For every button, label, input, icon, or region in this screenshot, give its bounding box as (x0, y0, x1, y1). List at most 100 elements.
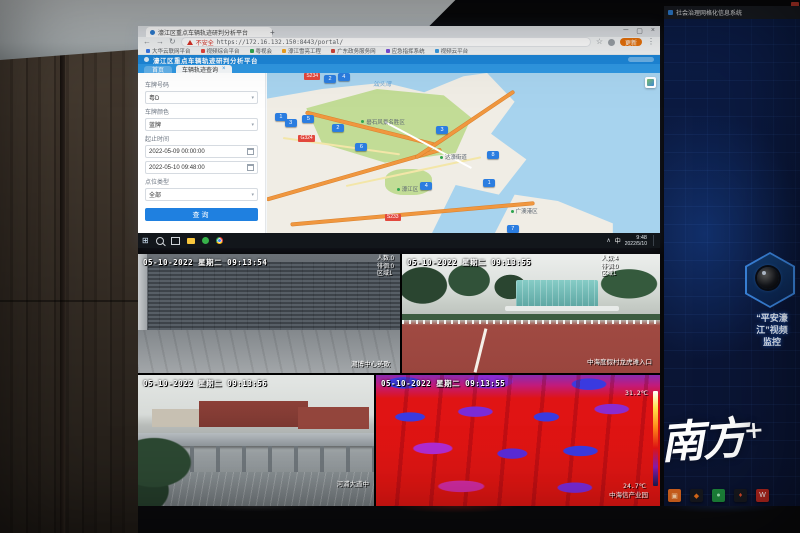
map-canvas[interactable]: 汕头湾 礐石风景名胜区 达濠街道 濠江区 广澳港区 S234 (267, 73, 660, 233)
not-secure-label[interactable]: 不安全 (196, 38, 214, 47)
map-camera-marker[interactable]: 1 (483, 179, 495, 187)
bookmark-favicon (435, 49, 439, 53)
point-type-select[interactable]: 全部 ▾ (145, 188, 258, 201)
bookmark-item[interactable]: 粤视会 (250, 47, 273, 55)
plate-color-label: 车牌颜色 (145, 107, 258, 116)
road-shield-badge: G324 (298, 135, 314, 142)
slogan-line: 监控 (746, 336, 798, 348)
file-explorer-icon[interactable] (187, 238, 195, 244)
bookmark-item[interactable]: 广东政务服务网 (331, 47, 376, 55)
camera-caption: 潮博中心英歌 (351, 358, 390, 368)
plate-number-input[interactable]: 粤D ▾ (145, 91, 258, 104)
road-shield-badge: S234 (304, 73, 320, 80)
query-submit-button[interactable]: 查询 (145, 208, 258, 221)
watermark-text: 南方 (664, 413, 746, 470)
map-camera-marker[interactable]: 3 (436, 126, 448, 134)
time-to-value: 2022-05-10 09:48:00 (149, 165, 205, 171)
browser-toolbar: ← → ↻ 不安全 https://172.16.132.150:8443/po… (138, 37, 660, 47)
map-camera-marker[interactable]: 2 (324, 75, 336, 83)
camera-feed-chaobo-center[interactable]: 05-10-2022 星期二 09:13:54 人数:0 徘徊:0 区域1 潮博… (138, 254, 400, 373)
browser-tab[interactable]: 濠江区重点车辆轨迹研判分析平台 (146, 27, 272, 37)
chrome-icon[interactable] (216, 237, 223, 244)
scene-building (516, 280, 599, 306)
tab-close-icon[interactable]: × (222, 66, 226, 72)
close-button[interactable]: × (651, 27, 655, 35)
map-camera-marker[interactable]: 3 (285, 119, 297, 127)
profile-avatar[interactable] (608, 39, 615, 46)
map-camera-marker[interactable]: 6 (355, 143, 367, 151)
camera-feed-resort-entrance[interactable]: 05-10-2022 星期二 09:13:55 人数:4 徘徊:0 区域1 中海… (402, 254, 660, 373)
map-poi-label[interactable]: 礐石风景名胜区 (361, 118, 405, 126)
right-window-title: 社会治理网格化信息系统 (676, 8, 742, 17)
browser-frame: 濠江区重点车辆轨迹研判分析平台 + ─ ▢ × (138, 26, 660, 37)
show-desktop-button[interactable] (653, 235, 656, 246)
system-tray: ∧ 中 9:48 2022/5/10 (606, 235, 656, 247)
map-poi-label[interactable]: 濠江区 (397, 185, 419, 193)
tab-vehicle-track-query[interactable]: 车辆轨迹查询 × (176, 65, 232, 73)
bookmark-star-icon[interactable]: ☆ (596, 37, 603, 47)
map-camera-marker[interactable]: 4 (338, 73, 350, 81)
address-bar[interactable]: 不安全 https://172.16.132.150:8443/portal/ (181, 37, 591, 47)
watermark-plus: + (743, 414, 765, 444)
browser-update-button[interactable]: 更新 (620, 38, 642, 46)
bookmark-item[interactable]: 视频云平台 (435, 47, 469, 55)
bookmark-label: 视频云平台 (441, 47, 469, 55)
header-action-pill[interactable] (628, 57, 654, 62)
dock-app-icon[interactable]: ● (712, 489, 725, 502)
task-view-icon[interactable] (171, 237, 180, 245)
bookmark-favicon (250, 49, 254, 53)
map-poi-label[interactable]: 达濠街道 (440, 153, 467, 161)
taskbar-clock[interactable]: 9:48 2022/5/10 (625, 235, 647, 247)
browser-360-icon[interactable] (202, 237, 209, 244)
bookmark-item[interactable]: 濠江雪亮工程 (282, 47, 321, 55)
time-from-input[interactable]: 2022-05-09 00:00:00 (145, 145, 258, 158)
back-icon[interactable]: ← (143, 37, 151, 47)
tray-expand-icon[interactable]: ∧ (606, 237, 610, 244)
map-camera-marker[interactable]: 5 (302, 115, 314, 123)
webapp-title: 濠江区重点车辆轨迹研判分析平台 (153, 55, 258, 65)
query-form-panel: 车牌号码 粤D ▾ 车牌颜色 蓝牌 ▾ 起止时间 2022-05-09 00:0… (138, 73, 266, 233)
nanfang-plus-watermark: 南方+ (664, 396, 800, 471)
map-camera-marker[interactable]: 7 (507, 225, 519, 233)
control-room-photo: 濠江区重点车辆轨迹研判分析平台 + ─ ▢ × ← → ↻ 不安全 https:… (0, 0, 800, 533)
windows-taskbar: ⊞ ∧ 中 9:48 2022/5/10 (138, 233, 660, 248)
bookmark-item[interactable]: 视频综合平台 (201, 47, 240, 55)
tab-home[interactable]: 首页 (144, 66, 172, 73)
camera-feed-hepu-avenue[interactable]: 05-10-2022 星期二 09:13:56 河浦大道中 (138, 375, 374, 506)
bookmark-label: 应急指挥系统 (392, 47, 425, 55)
time-from-value: 2022-05-09 00:00:00 (149, 149, 205, 155)
url-text[interactable]: https://172.16.132.150:8443/portal/ (217, 39, 343, 46)
scene-building (152, 409, 204, 427)
map-camera-marker[interactable]: 4 (420, 182, 432, 190)
browser-menu-icon[interactable]: ⋮ (647, 37, 655, 47)
bookmark-item[interactable]: 应急指挥系统 (386, 47, 425, 55)
forward-icon[interactable]: → (156, 37, 164, 47)
maximize-button[interactable]: ▢ (636, 27, 643, 35)
map-camera-marker[interactable]: 2 (332, 124, 344, 132)
start-button[interactable]: ⊞ (142, 233, 149, 248)
dock-app-icon[interactable]: ♦ (734, 489, 747, 502)
time-to-input[interactable]: 2022-05-10 09:48:00 (145, 161, 258, 174)
ime-indicator[interactable]: 中 (615, 236, 621, 245)
chevron-down-icon: ▾ (251, 95, 254, 101)
map-camera-marker[interactable]: 8 (487, 151, 499, 159)
reload-icon[interactable]: ↻ (169, 37, 176, 47)
videowall-top-screen: 濠江区重点车辆轨迹研判分析平台 + ─ ▢ × ← → ↻ 不安全 https:… (138, 26, 660, 248)
new-tab-button[interactable]: + (270, 28, 275, 37)
search-icon[interactable] (156, 237, 164, 245)
camera-caption: 中海度假村龙虎滩入口 (587, 356, 652, 366)
scene-fence (402, 320, 660, 324)
dock-app-icon[interactable]: ▣ (668, 489, 681, 502)
chevron-down-icon: ▾ (251, 192, 254, 198)
map-layers-control[interactable] (645, 77, 656, 88)
camera-feed-thermal[interactable]: 05-10-2022 星期二 09:13:55 31.2℃ 24.7℃ 中海信产… (376, 375, 660, 506)
bookmark-item[interactable]: 大华云联网平台 (146, 47, 191, 55)
plate-number-label: 车牌号码 (145, 80, 258, 89)
minimize-button[interactable]: ─ (623, 27, 628, 35)
plate-color-select[interactable]: 蓝牌 ▾ (145, 118, 258, 131)
window-controls: ─ ▢ × (623, 27, 655, 35)
dock-app-icon[interactable]: ◆ (690, 489, 703, 502)
dock-app-icon[interactable]: W (756, 489, 769, 502)
map-poi-label[interactable]: 广澳港区 (511, 207, 538, 215)
scene-lane-marking (474, 328, 488, 372)
